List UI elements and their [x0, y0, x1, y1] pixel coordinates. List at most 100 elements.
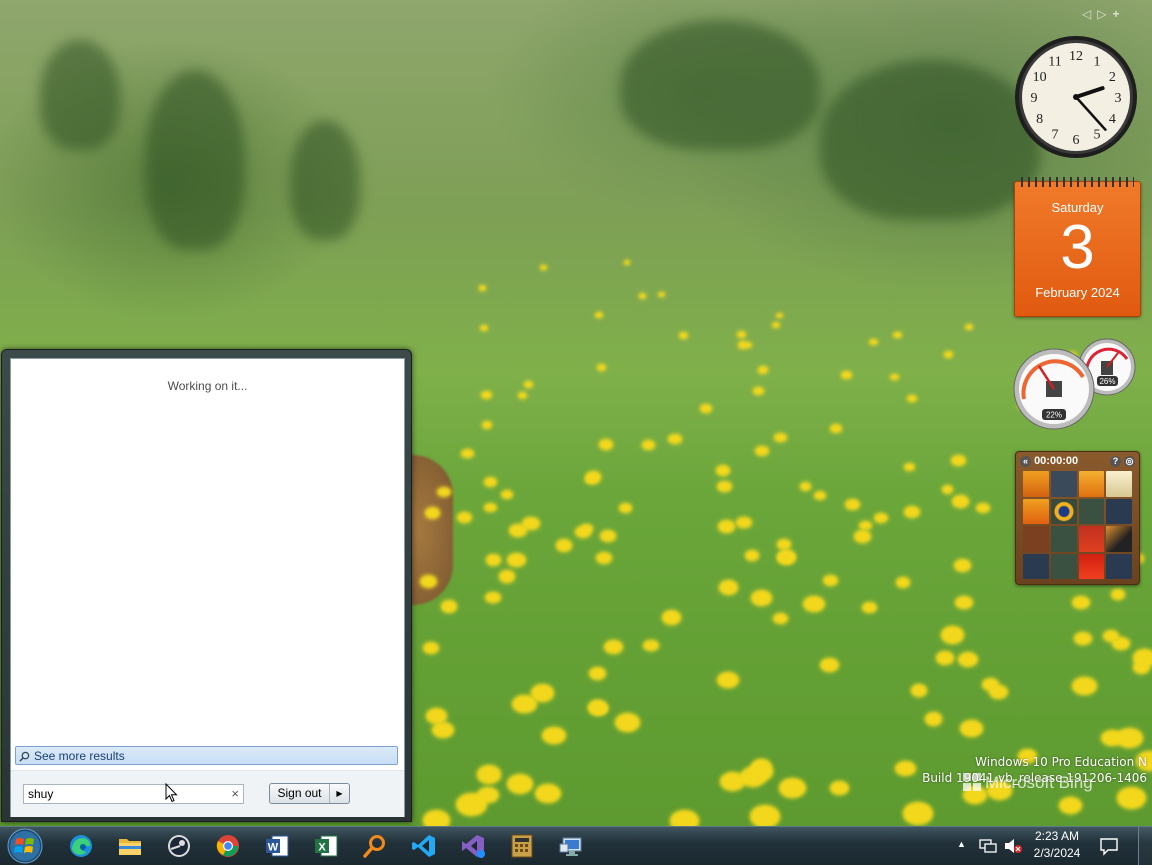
flower [540, 265, 547, 270]
puzzle-scramble-icon[interactable]: ◎ [1124, 455, 1135, 467]
puzzle-timer: 00:00:00 [1034, 454, 1079, 467]
flower [771, 322, 780, 329]
taskbar-visual-studio[interactable] [453, 830, 493, 862]
show-hidden-icons-chevron[interactable]: ▲ [957, 839, 966, 849]
taskbar-vscode[interactable] [404, 830, 444, 862]
action-center-icon[interactable] [1099, 836, 1119, 856]
flower [518, 392, 528, 400]
clock-numeral: 2 [1109, 70, 1116, 85]
see-more-results-link[interactable]: See more results [15, 746, 398, 765]
windows-orb-icon [7, 828, 43, 864]
puzzle-help-icon[interactable]: ? [1109, 455, 1121, 467]
flower [457, 512, 472, 524]
clock-numeral: 12 [1069, 49, 1083, 64]
word-icon: W [266, 835, 289, 857]
flower [1072, 676, 1097, 695]
taskbar-file-explorer[interactable] [110, 830, 150, 862]
flower [422, 641, 439, 654]
flower [813, 490, 827, 501]
flower [830, 780, 849, 795]
flower [958, 652, 979, 668]
flower [903, 505, 920, 518]
flower [799, 482, 812, 491]
gadget-nav: ◁ ▷ + [1082, 7, 1119, 21]
flower [485, 591, 501, 604]
taskbar-steam[interactable] [159, 830, 199, 862]
clock-numeral: 1 [1094, 55, 1101, 70]
taskbar-remote-desktop[interactable] [551, 830, 591, 862]
taskbar-clock[interactable]: 2:23 AM 2/3/2024 [1026, 828, 1088, 862]
flower [484, 503, 497, 513]
start-button[interactable] [4, 828, 46, 864]
flower [953, 558, 971, 572]
taskbar-excel[interactable]: X [306, 830, 346, 862]
flower [955, 595, 974, 610]
mouse-cursor-icon [165, 783, 178, 803]
flower [751, 590, 772, 606]
gadget-next-icon[interactable]: ▷ [1097, 7, 1106, 21]
flower [669, 809, 700, 826]
flower [965, 324, 974, 331]
flower [478, 285, 486, 291]
svg-text:X: X [318, 842, 326, 854]
taskbar-word[interactable]: W [257, 830, 297, 862]
flower [854, 529, 872, 543]
show-desktop-button[interactable] [1138, 827, 1152, 865]
flower [829, 423, 843, 434]
clock-numeral: 4 [1109, 112, 1116, 127]
flower [642, 440, 655, 450]
taskbar-edge[interactable] [61, 830, 101, 862]
flower [482, 420, 493, 429]
flower [910, 684, 927, 697]
volume-muted-icon[interactable] [1003, 837, 1023, 855]
start-search-input[interactable] [28, 787, 218, 801]
flower [596, 364, 606, 372]
cpu-percent: 22% [1046, 411, 1062, 420]
picture-puzzle-gadget[interactable]: « 00:00:00 ? ◎ [1015, 451, 1140, 585]
flower [668, 433, 682, 444]
clock-numeral: 5 [1094, 127, 1101, 142]
flower [753, 387, 764, 395]
flower [521, 517, 540, 531]
start-search-box[interactable]: × [23, 784, 244, 804]
sign-out-button[interactable]: Sign out [270, 784, 330, 803]
gadget-add-icon[interactable]: + [1112, 7, 1119, 21]
gadget-prev-icon[interactable]: ◁ [1082, 7, 1091, 21]
flower [476, 765, 502, 784]
flower [775, 312, 784, 319]
flower [902, 802, 933, 825]
clock-numeral: 6 [1073, 133, 1080, 148]
calendar-gadget[interactable]: Saturday 3 February 2024 [1014, 177, 1141, 317]
flower [718, 520, 736, 533]
visual-studio-icon [462, 835, 485, 858]
flower [511, 694, 537, 714]
flower [618, 503, 633, 514]
clock-numeral: 11 [1048, 55, 1061, 70]
puzzle-grid[interactable] [1023, 471, 1132, 579]
flower [903, 462, 916, 472]
flower [736, 516, 752, 529]
flower [603, 639, 623, 654]
shutdown-options-arrow-icon[interactable]: ▶ [330, 784, 349, 803]
puzzle-back-icon[interactable]: « [1020, 455, 1031, 467]
flower [624, 260, 631, 265]
flower [506, 774, 533, 794]
taskbar-everything-search[interactable] [355, 830, 395, 862]
flower [869, 338, 878, 346]
flower [542, 726, 566, 745]
taskbar-chrome[interactable] [208, 830, 248, 862]
flower [678, 332, 688, 340]
taskbar-calculator[interactable] [502, 830, 542, 862]
flower [1117, 786, 1147, 809]
clock-gadget[interactable]: 1234567891011 12 [1014, 35, 1138, 159]
cpu-meter-gadget[interactable]: 26% 22% [1013, 337, 1139, 432]
flower [819, 657, 839, 673]
flower [584, 474, 598, 485]
network-icon[interactable] [979, 837, 997, 855]
flower [803, 596, 825, 613]
flower [936, 651, 954, 665]
flower [1058, 796, 1082, 815]
flower [773, 612, 789, 624]
clear-search-icon[interactable]: × [231, 786, 239, 801]
memory-percent: 26% [1099, 377, 1115, 386]
